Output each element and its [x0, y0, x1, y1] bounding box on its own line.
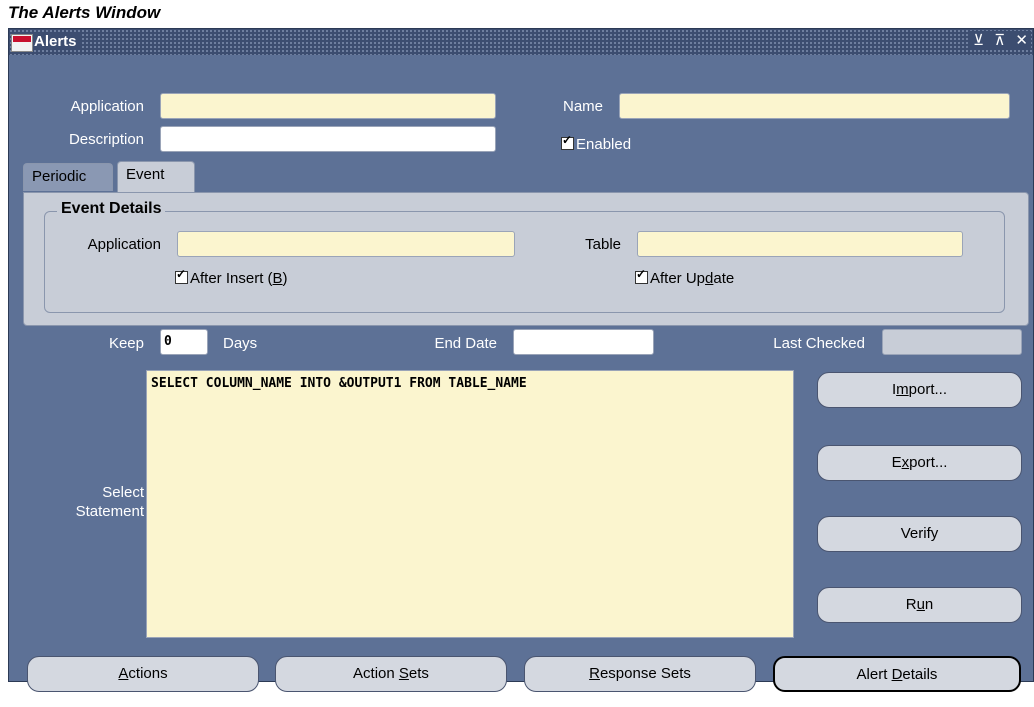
- select-label-line1: Select: [102, 484, 144, 501]
- application-label: Application: [70, 98, 144, 115]
- import-button[interactable]: Import...: [817, 372, 1022, 408]
- end-date-field[interactable]: [513, 329, 654, 355]
- keep-label: Keep: [108, 335, 144, 352]
- oracle-logo-icon: [11, 34, 33, 52]
- verify-button[interactable]: Verify: [817, 516, 1022, 552]
- end-date-label: End Date: [434, 335, 497, 352]
- run-button[interactable]: Run: [817, 587, 1022, 623]
- response-sets-button[interactable]: Response Sets: [524, 656, 756, 692]
- name-field[interactable]: [619, 93, 1010, 119]
- export-button[interactable]: Export...: [817, 445, 1022, 481]
- alerts-window: Alerts ⊻ ⊼ ✕ Application Name Descriptio…: [8, 28, 1034, 692]
- tab-event[interactable]: Event: [117, 161, 195, 193]
- tab-periodic[interactable]: Periodic: [23, 163, 113, 191]
- table-label: Table: [585, 236, 621, 253]
- keep-field[interactable]: 0: [160, 329, 208, 355]
- window-title: Alerts: [34, 33, 81, 50]
- days-label: Days: [223, 335, 258, 352]
- event-details-group: Event Details Application Table After In…: [44, 200, 1005, 313]
- event-application-label: Application: [87, 236, 161, 253]
- select-label-line2: Statement: [75, 503, 144, 520]
- actions-button[interactable]: Actions: [27, 656, 259, 692]
- enabled-check-icon: [561, 133, 574, 150]
- enabled-checkbox[interactable]: Enabled: [561, 133, 632, 153]
- last-checked-field: [882, 329, 1022, 355]
- select-statement-editor[interactable]: SELECT COLUMN_NAME INTO &OUTPUT1 FROM TA…: [146, 370, 794, 638]
- after-update-checkbox[interactable]: After Update: [635, 267, 734, 287]
- description-field[interactable]: [160, 126, 496, 152]
- last-checked-label: Last Checked: [773, 335, 865, 352]
- enabled-label: Enabled: [576, 136, 632, 153]
- after-insert-checkbox[interactable]: After Insert (B): [175, 267, 288, 287]
- event-application-field[interactable]: [177, 231, 515, 257]
- table-field[interactable]: [637, 231, 963, 257]
- description-label: Description: [68, 131, 144, 148]
- event-details-title: Event Details: [57, 200, 166, 218]
- after-update-check-icon: [635, 267, 648, 284]
- action-sets-button[interactable]: Action Sets: [275, 656, 507, 692]
- name-label: Name: [562, 98, 603, 115]
- after-insert-check-icon: [175, 267, 188, 284]
- application-field[interactable]: [160, 93, 496, 119]
- window-controls[interactable]: ⊻ ⊼ ✕: [969, 31, 1031, 49]
- event-tab-panel: Event Details Application Table After In…: [23, 192, 1029, 326]
- alert-details-button[interactable]: Alert Details: [773, 656, 1021, 692]
- title-bar[interactable]: Alerts ⊻ ⊼ ✕: [9, 29, 1033, 55]
- page-caption: The Alerts Window: [8, 3, 161, 22]
